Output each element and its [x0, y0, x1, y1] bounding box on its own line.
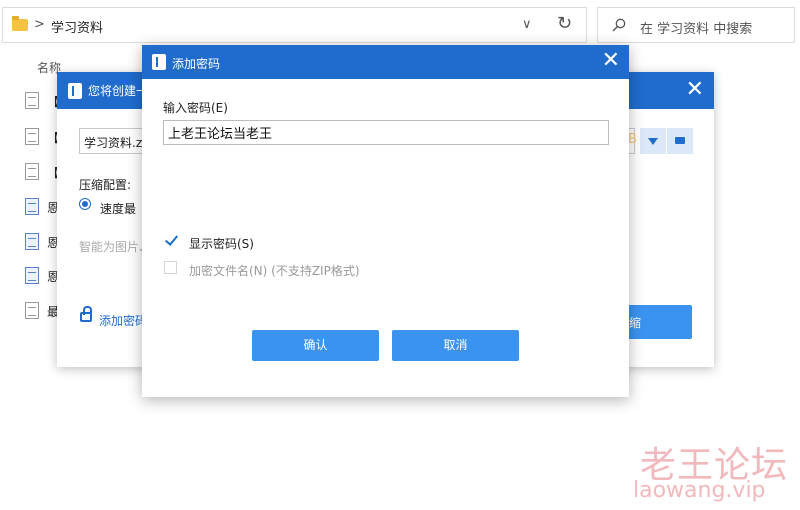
encrypt-filename-label: 加密文件名(N) (不支持ZIP格式)	[189, 264, 360, 278]
address-bar[interactable]: > 学习资料 ∨ ↻	[2, 7, 587, 43]
archive-filename: 学习资料.zi	[84, 136, 146, 150]
app-logo-icon	[152, 54, 166, 70]
lock-icon	[80, 306, 92, 322]
browse-folder-button[interactable]	[667, 128, 693, 154]
file-icon	[25, 163, 39, 180]
document-icon	[25, 198, 39, 215]
format-glyph: B	[628, 132, 637, 147]
file-icon	[25, 92, 39, 109]
chevron-down-icon[interactable]: ∨	[522, 17, 532, 32]
watermark-url: laowang.vip	[633, 478, 766, 503]
folder-icon	[12, 16, 28, 31]
close-icon[interactable]: ✕	[686, 77, 704, 103]
breadcrumb-separator[interactable]: >	[34, 17, 45, 32]
password-input-label: 输入密码(E)	[163, 101, 228, 115]
add-password-link[interactable]: 添加密码	[99, 312, 147, 329]
speed-radio[interactable]	[79, 198, 91, 210]
refresh-icon[interactable]: ↻	[557, 13, 572, 34]
speed-option-label: 速度最	[100, 202, 137, 216]
format-dropdown-button[interactable]	[640, 128, 666, 154]
file-icon	[25, 128, 39, 145]
search-placeholder: 在 学习资料 中搜索	[640, 22, 753, 37]
dialog-title-bar: 添加密码 ✕	[142, 45, 629, 79]
show-password-label[interactable]: 显示密码(S)	[189, 235, 254, 252]
close-icon[interactable]: ✕	[602, 48, 620, 74]
breadcrumb-path[interactable]: 学习资料	[51, 17, 103, 36]
search-box[interactable]: 在 学习资料 中搜索	[597, 7, 795, 43]
smart-hint-text: 智能为图片、	[79, 240, 152, 254]
confirm-button[interactable]: 确认	[252, 330, 379, 361]
show-password-checkbox[interactable]	[165, 233, 179, 247]
dialog-title: 添加密码	[172, 57, 221, 71]
compress-button-label: 缩	[629, 316, 642, 330]
compress-button[interactable]: 缩	[625, 305, 692, 339]
cancel-button[interactable]: 取消	[392, 330, 519, 361]
password-input[interactable]	[163, 120, 609, 145]
encrypt-filename-checkbox[interactable]	[164, 261, 177, 274]
search-icon	[612, 18, 626, 32]
compress-config-label: 压缩配置:	[79, 178, 132, 192]
dialog-title: 您将创建一	[88, 84, 149, 98]
document-icon	[25, 267, 39, 284]
document-icon	[25, 233, 39, 250]
add-password-dialog: 添加密码 ✕ 输入密码(E) 显示密码(S) 加密文件名(N) (不支持ZIP格…	[142, 45, 629, 397]
file-icon	[25, 302, 39, 319]
app-logo-icon	[68, 83, 82, 99]
